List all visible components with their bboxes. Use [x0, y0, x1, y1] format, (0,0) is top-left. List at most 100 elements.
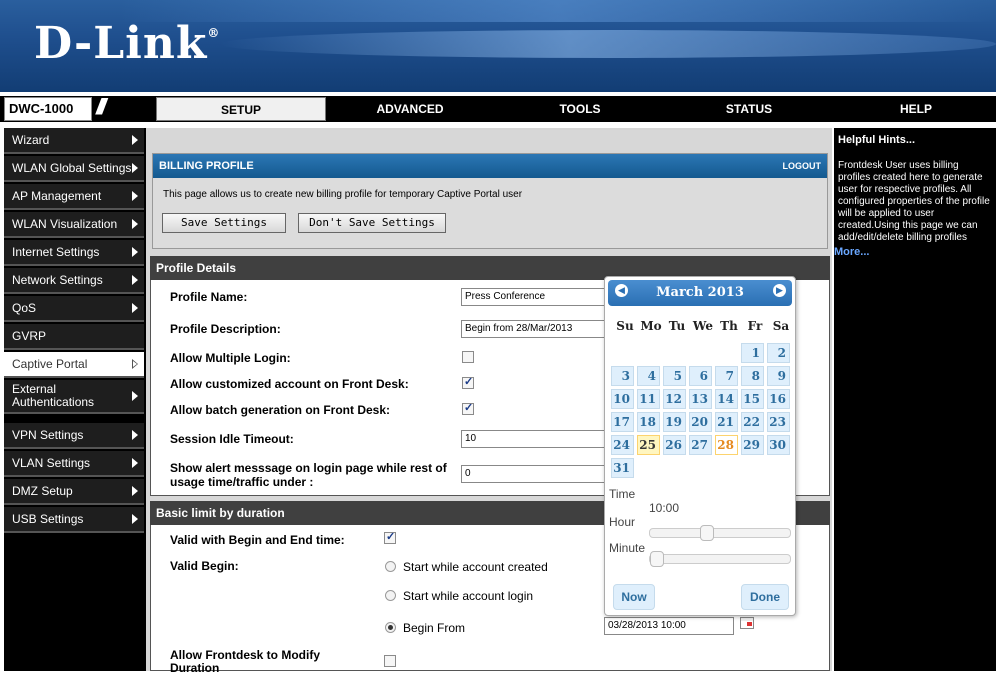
profile-name-input[interactable]: Press Conference [461, 288, 607, 306]
sidebar-item-qos[interactable]: QoS [4, 296, 144, 322]
calendar-day[interactable]: 9 [767, 366, 790, 386]
minute-label: Minute [609, 541, 646, 555]
calendar-day[interactable]: 17 [611, 412, 634, 432]
calendar-day[interactable]: 12 [663, 389, 686, 409]
sidebar-item-dmz[interactable]: DMZ Setup [4, 479, 144, 505]
time-label: Time [609, 487, 636, 501]
minute-slider-handle[interactable] [650, 551, 664, 567]
calendar-day[interactable]: 31 [611, 458, 634, 478]
page-description: This page allows us to create new billin… [163, 189, 523, 200]
calendar-day[interactable]: 16 [767, 389, 790, 409]
help-more-link[interactable]: More... [834, 246, 992, 258]
weekday-header: We [692, 319, 714, 333]
calendar-day[interactable]: 15 [741, 389, 764, 409]
sidebar-item-label: QoS [12, 301, 37, 315]
calendar-day[interactable]: 25 [637, 435, 660, 455]
sidebar-item-internet[interactable]: Internet Settings [4, 240, 144, 266]
multiple-login-checkbox[interactable] [462, 351, 474, 363]
calendar-day[interactable]: 4 [637, 366, 660, 386]
calendar-day[interactable]: 11 [637, 389, 660, 409]
profile-description-input[interactable]: Begin from 28/Mar/2013 [461, 320, 607, 338]
idle-timeout-label: Session Idle Timeout: [170, 432, 294, 446]
calendar-day[interactable]: 24 [611, 435, 634, 455]
sidebar-item-wlan-visualization[interactable]: WLAN Visualization [4, 212, 144, 238]
begin-from-radio[interactable] [385, 622, 396, 633]
calendar-day[interactable]: 8 [741, 366, 764, 386]
calendar-day[interactable]: 20 [689, 412, 712, 432]
custom-account-label: Allow customized account on Front Desk: [170, 377, 409, 391]
prev-month-icon[interactable]: ◀ [615, 284, 628, 297]
frontdesk-modify-label: Allow Frontdesk to Modify Duration [170, 648, 320, 675]
calendar-day[interactable]: 10 [611, 389, 634, 409]
minute-slider[interactable] [649, 551, 791, 567]
sidebar-item-label: AP Management [12, 189, 102, 203]
calendar-day[interactable]: 29 [741, 435, 764, 455]
frontdesk-modify-checkbox[interactable] [384, 655, 396, 667]
calendar-icon[interactable] [740, 617, 754, 629]
chevron-right-icon [132, 275, 138, 285]
sidebar-item-network[interactable]: Network Settings [4, 268, 144, 294]
hour-slider-handle[interactable] [700, 525, 715, 541]
sidebar-item-label: Network Settings [12, 273, 103, 287]
next-month-icon[interactable]: ▶ [773, 284, 786, 297]
calendar-day[interactable]: 3 [611, 366, 634, 386]
custom-account-checkbox[interactable] [462, 375, 474, 389]
calendar-day[interactable]: 23 [767, 412, 790, 432]
tab-setup[interactable]: SETUP [156, 97, 326, 121]
datepicker-popup: March 2013 ◀ ▶ Su Mo Tu We Th Fr Sa 1234567891… [604, 276, 796, 616]
save-settings-button[interactable]: Save Settings [162, 213, 286, 233]
chevron-right-icon [132, 458, 138, 468]
tab-tools[interactable]: TOOLS [494, 97, 666, 121]
sidebar-item-wlan-global[interactable]: WLAN Global Settings [4, 156, 144, 182]
sidebar-item-gvrp[interactable]: GVRP [4, 324, 144, 350]
sidebar-item-wizard[interactable]: Wizard [4, 128, 144, 154]
valid-begin-end-checkbox[interactable] [384, 530, 396, 544]
sidebar-item-vpn[interactable]: VPN Settings [4, 423, 144, 449]
calendar-day[interactable]: 18 [637, 412, 660, 432]
sidebar-item-label: VLAN Settings [12, 456, 91, 470]
page-title: BILLING PROFILE [159, 160, 254, 172]
help-title: Helpful Hints... [838, 134, 915, 146]
dont-save-settings-button[interactable]: Don't Save Settings [298, 213, 446, 233]
sidebar-item-label: VPN Settings [12, 428, 84, 442]
begin-from-datetime-input[interactable]: 03/28/2013 10:00 [604, 617, 734, 635]
sidebar-item-label: External Authentications [12, 382, 95, 409]
chevron-right-icon [132, 359, 138, 369]
tab-help[interactable]: HELP [836, 97, 996, 121]
calendar-day[interactable]: 6 [689, 366, 712, 386]
sidebar-item-usb[interactable]: USB Settings [4, 507, 144, 533]
calendar-day[interactable]: 14 [715, 389, 738, 409]
calendar-day[interactable]: 13 [689, 389, 712, 409]
sidebar-item-vlan[interactable]: VLAN Settings [4, 451, 144, 477]
calendar-day[interactable]: 27 [689, 435, 712, 455]
chevron-right-icon [132, 391, 138, 401]
calendar-day[interactable]: 5 [663, 366, 686, 386]
calendar-day[interactable]: 7 [715, 366, 738, 386]
tab-advanced[interactable]: ADVANCED [328, 97, 492, 121]
weekday-header: Tu [668, 319, 686, 333]
idle-timeout-input[interactable]: 10 [461, 430, 607, 448]
calendar-day[interactable]: 26 [663, 435, 686, 455]
logout-link[interactable]: LOGOUT [783, 161, 822, 171]
dlink-logo: D-Link® [34, 18, 221, 69]
now-button[interactable]: Now [613, 584, 655, 610]
sidebar-item-captive-portal[interactable]: Captive Portal [4, 352, 144, 378]
start-account-created-radio[interactable] [385, 561, 396, 572]
batch-generation-checkbox[interactable] [462, 401, 474, 415]
calendar-day[interactable]: 1 [741, 343, 764, 363]
sidebar-item-external-auth[interactable]: External Authentications [4, 380, 144, 414]
calendar-day[interactable]: 22 [741, 412, 764, 432]
calendar-day[interactable]: 28 [715, 435, 738, 455]
sidebar-item-ap-management[interactable]: AP Management [4, 184, 144, 210]
calendar-day[interactable]: 30 [767, 435, 790, 455]
tab-status[interactable]: STATUS [668, 97, 830, 121]
weekday-header: Th [720, 319, 738, 333]
start-account-login-radio[interactable] [385, 590, 396, 601]
sidebar-item-label: WLAN Visualization [12, 217, 118, 231]
calendar-day[interactable]: 21 [715, 412, 738, 432]
calendar-day[interactable]: 19 [663, 412, 686, 432]
hour-slider[interactable] [649, 525, 791, 541]
done-button[interactable]: Done [741, 584, 789, 610]
alert-threshold-input[interactable]: 0 [461, 465, 607, 483]
calendar-day[interactable]: 2 [767, 343, 790, 363]
